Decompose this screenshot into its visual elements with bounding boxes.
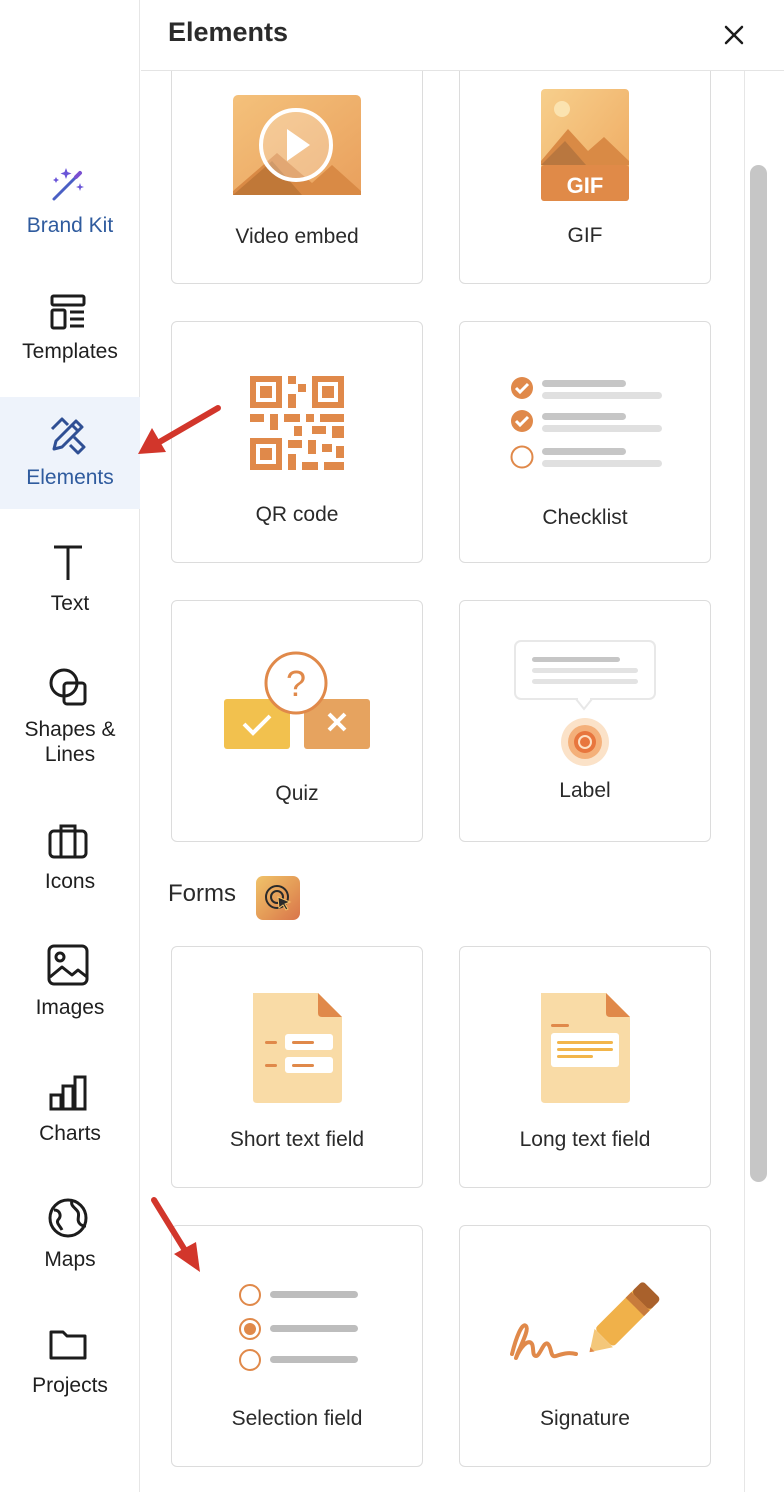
element-card-label: Selection field xyxy=(231,1407,363,1430)
rail-item-shapes-lines[interactable]: Shapes & Lines xyxy=(0,664,140,774)
element-card-video-embed[interactable]: Video embed xyxy=(171,42,423,284)
rail-item-projects[interactable]: Projects xyxy=(0,1320,140,1432)
element-card-short-text-field[interactable]: Short text field xyxy=(171,946,423,1188)
element-card-quiz[interactable]: ? Quiz xyxy=(171,600,423,842)
rail-item-label: Templates xyxy=(22,340,118,363)
rail-item-label-line2: Lines xyxy=(44,743,96,766)
short-text-field-thumbnail xyxy=(253,993,342,1103)
rail-item-brand-kit[interactable]: Brand Kit xyxy=(0,160,140,272)
globe-icon xyxy=(48,1198,88,1238)
label-thumbnail xyxy=(514,640,656,766)
panel-title: Elements xyxy=(168,17,289,47)
quiz-thumbnail: ? xyxy=(224,651,370,749)
annotation-arrow-icon xyxy=(151,1197,200,1272)
templates-icon xyxy=(50,294,86,330)
rail-item-images[interactable]: Images xyxy=(0,942,140,1054)
panel-scrollbar-thumb[interactable] xyxy=(750,165,767,1182)
rail-item-charts[interactable]: Charts xyxy=(0,1068,140,1180)
long-text-field-thumbnail xyxy=(541,993,630,1103)
element-card-label: Short text field xyxy=(229,1128,365,1151)
forms-cursor-badge xyxy=(256,876,300,920)
element-card-long-text-field[interactable]: Long text field xyxy=(459,946,711,1188)
cursor-click-icon xyxy=(265,885,292,911)
signature-thumbnail xyxy=(510,1282,660,1360)
element-card-gif[interactable]: GIF GIF xyxy=(459,42,711,284)
rail-item-label: Text xyxy=(50,592,90,615)
element-card-label: QR code xyxy=(255,503,339,526)
element-card-label: Video embed xyxy=(235,225,359,248)
rail-item-icons[interactable]: Icons xyxy=(0,816,140,928)
rail-item-label: Charts xyxy=(39,1122,101,1145)
element-card-label: Label xyxy=(559,779,611,802)
folder-icon xyxy=(49,1330,87,1360)
annotation-arrow-icon xyxy=(138,405,221,454)
rail-item-text[interactable]: Text xyxy=(0,538,140,650)
rail-item-label: Elements xyxy=(26,466,114,489)
elements-icon xyxy=(50,417,86,455)
gif-badge-text: GIF xyxy=(567,173,604,198)
element-card-label-element[interactable]: Label xyxy=(459,600,711,842)
rail-item-label: Shapes & xyxy=(24,718,116,741)
element-card-label: Signature xyxy=(540,1407,630,1430)
forms-section-title: Forms xyxy=(168,880,236,907)
shapes-icon xyxy=(49,668,87,706)
left-rail: Brand Kit Templates Elements Text Shapes… xyxy=(0,0,140,1492)
rail-item-label: Maps xyxy=(44,1248,96,1271)
element-card-label: Quiz xyxy=(275,782,319,805)
rail-item-elements[interactable]: Elements xyxy=(0,397,140,509)
text-icon xyxy=(54,545,82,580)
briefcase-icon xyxy=(48,824,88,859)
element-card-label: Checklist xyxy=(542,506,628,529)
element-card-label: Long text field xyxy=(519,1128,651,1151)
element-card-label: GIF xyxy=(567,224,603,247)
rail-item-label: Brand Kit xyxy=(26,214,114,237)
svg-text:?: ? xyxy=(286,663,306,704)
elements-panel: Video embed GIF GIF QR code Checklist ? … xyxy=(141,0,784,1492)
magic-wand-icon xyxy=(52,168,84,201)
rail-item-label: Projects xyxy=(32,1374,108,1397)
element-card-checklist[interactable]: Checklist xyxy=(459,321,711,563)
image-icon xyxy=(47,944,89,986)
checklist-thumbnail xyxy=(510,377,662,469)
panel-header: Elements xyxy=(141,0,784,71)
rail-item-label: Images xyxy=(35,996,105,1019)
rail-item-label: Icons xyxy=(44,870,96,893)
rail-item-templates[interactable]: Templates xyxy=(0,286,140,398)
close-icon[interactable] xyxy=(719,20,749,50)
element-card-signature[interactable]: Signature xyxy=(459,1225,711,1467)
rail-item-maps[interactable]: Maps xyxy=(0,1194,140,1306)
bar-chart-icon xyxy=(49,1075,87,1111)
